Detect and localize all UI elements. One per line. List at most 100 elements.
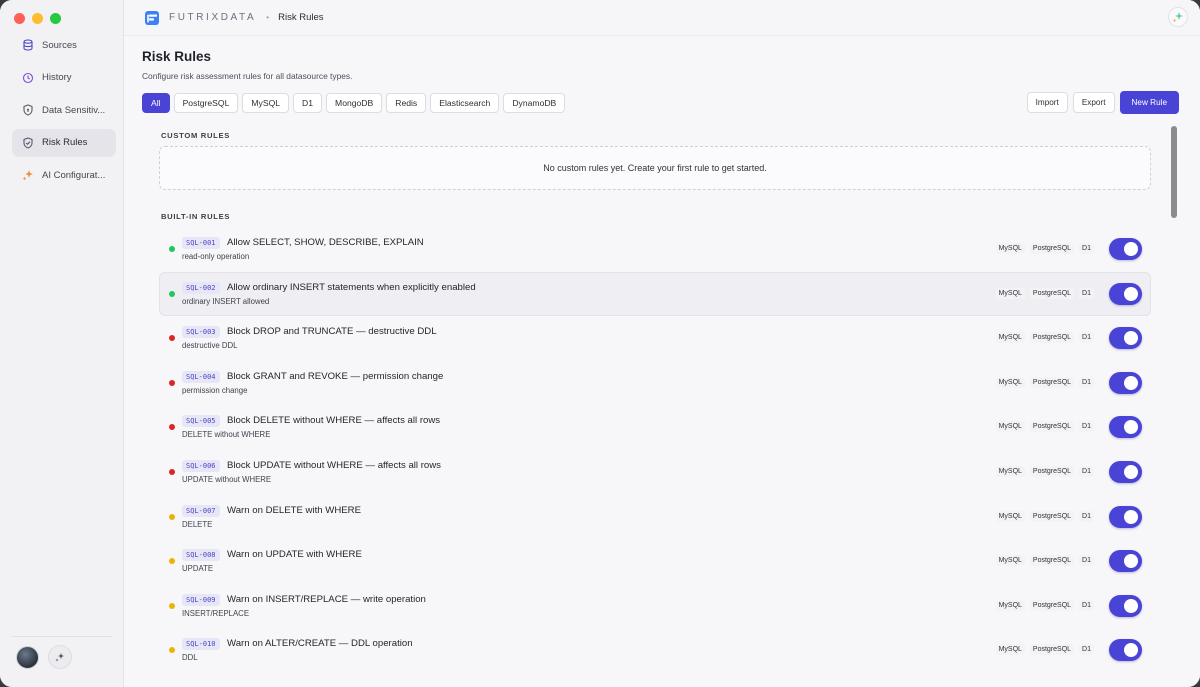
page-subtitle: Configure risk assessment rules for all … [142,71,353,81]
rule-id-badge: SQL-004 [182,370,220,383]
shield-lock-icon [22,104,34,116]
rule-enabled-toggle[interactable] [1109,460,1142,483]
shield-check-icon [22,137,34,149]
theme-toggle-button[interactable] [48,645,72,669]
rule-datasource-tags: MySQL PostgreSQL D1 [995,644,1094,656]
rule-row[interactable]: SQL-001 Allow SELECT, SHOW, DESCRIBE, EXP… [159,227,1151,272]
sparkle-small-icon [55,653,64,662]
filter-tab-all[interactable]: All [142,93,170,113]
rule-description: DDL [182,653,198,663]
sidebar-item-data-sensitiv[interactable]: Data Sensitiv... [12,96,116,124]
rule-datasource-tags: MySQL PostgreSQL D1 [995,555,1094,567]
sidebar-nav: Sources History Data Sensitiv... Risk Rules… [12,31,116,194]
rule-enabled-toggle[interactable] [1109,594,1142,617]
datasource-tag: MySQL [995,376,1025,388]
rule-row[interactable]: SQL-008 Warn on UPDATE with WHERE UPDATE My… [159,539,1151,584]
datasource-tag: D1 [1079,287,1094,299]
import-button[interactable]: Import [1026,92,1068,113]
maximize-window-button[interactable] [50,13,61,24]
datasource-tag: MySQL [995,243,1025,254]
top-bar: FUTRIXDATA • Risk Rules [124,0,1200,36]
datasource-tag: D1 [1079,376,1094,388]
app-window: Sources History Data Sensitiv... Risk Rules… [0,0,1200,687]
rule-enabled-toggle[interactable] [1109,238,1142,260]
rule-row[interactable]: SQL-003 Block DROP and TRUNCATE — destruc… [159,316,1151,361]
rule-enabled-toggle[interactable] [1109,505,1142,528]
rule-enabled-toggle[interactable] [1109,639,1142,662]
rule-description: ordinary INSERT allowed [182,296,270,306]
datasource-tag: PostgreSQL [1029,287,1075,299]
ai-assistant-button[interactable] [1168,7,1188,27]
sidebar-footer [16,645,72,669]
rule-id-badge: SQL-010 [182,638,220,651]
rule-row[interactable]: SQL-006 Block UPDATE without WHERE — affe… [159,450,1151,495]
rule-enabled-toggle[interactable] [1109,550,1142,573]
datasource-tag: D1 [1079,421,1094,433]
sidebar-item-history[interactable]: History [12,64,116,92]
rule-enabled-toggle[interactable] [1109,371,1142,394]
rule-row[interactable]: SQL-009 Warn on INSERT/REPLACE — write op… [159,584,1151,629]
brand-logo-icon [145,10,159,25]
new-rule-button[interactable]: New Rule [1119,91,1179,114]
sidebar-item-label: Data Sensitiv... [42,104,106,116]
rule-row[interactable]: SQL-002 Allow ordinary INSERT statements … [159,271,1151,317]
rule-row[interactable]: SQL-004 Block GRANT and REVOKE — permissi… [159,361,1151,406]
rule-title: Warn on INSERT/REPLACE — write operation [227,593,426,605]
avatar[interactable] [16,645,39,669]
rule-description: INSERT/REPLACE [182,608,250,618]
scrollbar[interactable] [1171,126,1177,218]
filter-tab-d1[interactable]: D1 [293,93,323,113]
risk-level-indicator [169,647,175,654]
datasource-tag: MySQL [995,599,1025,611]
datasource-tag: PostgreSQL [1029,510,1075,522]
rule-datasource-tags: MySQL PostgreSQL D1 [995,376,1094,388]
export-button[interactable]: Export [1072,92,1115,113]
rule-id-badge: SQL-006 [182,459,220,472]
sidebar-item-ai-configurat[interactable]: AI Configurat... [12,161,116,189]
rule-row[interactable]: SQL-007 Warn on DELETE with WHERE DELETE My… [159,495,1151,540]
rule-enabled-toggle[interactable] [1109,416,1142,439]
rule-description: read-only operation [182,252,250,261]
rule-row[interactable]: SQL-010 Warn on ALTER/CREATE — DDL operat… [159,628,1151,673]
filter-tab-dynamodb[interactable]: DynamoDB [503,93,566,113]
risk-level-indicator [169,513,175,520]
rule-actions: Import Export New Rule [1026,91,1179,114]
brand-name: FUTRIXDATA [169,12,257,23]
rule-datasource-tags: MySQL PostgreSQL D1 [995,510,1094,522]
rule-description: DELETE [182,519,213,529]
sidebar-item-label: AI Configurat... [42,169,106,181]
rule-title: Block DROP and TRUNCATE — destructive DD… [227,326,437,338]
rule-description: UPDATE [182,564,214,574]
filter-tab-elasticsearch[interactable]: Elasticsearch [430,93,500,113]
toggle-knob [1124,331,1138,346]
risk-level-indicator [169,602,175,609]
rule-datasource-tags: MySQL PostgreSQL D1 [995,599,1094,611]
sidebar-divider [12,636,112,637]
close-window-button[interactable] [14,13,25,24]
risk-level-indicator [169,335,175,342]
filter-tab-redis[interactable]: Redis [386,93,427,113]
sidebar-item-risk-rules[interactable]: Risk Rules [12,128,116,157]
rule-datasource-tags: MySQL PostgreSQL D1 [995,332,1094,344]
rule-row[interactable]: SQL-005 Block DELETE without WHERE — affe… [159,405,1151,450]
sidebar-item-sources[interactable]: Sources [12,31,116,59]
builtin-rules-heading: BUILT-IN RULES [161,212,231,221]
datasource-tag: D1 [1079,599,1094,611]
filter-tab-mongodb[interactable]: MongoDB [326,93,383,113]
rule-description: DELETE without WHERE [182,430,271,440]
rule-title: Warn on UPDATE with WHERE [227,549,362,561]
rule-datasource-tags: MySQL PostgreSQL D1 [995,243,1094,254]
rule-id-badge: SQL-002 [182,281,220,294]
risk-level-indicator [169,290,175,297]
rule-enabled-toggle[interactable] [1109,327,1142,350]
filter-tab-mysql[interactable]: MySQL [242,93,290,113]
datasource-tag: D1 [1079,644,1094,656]
rule-title: Warn on DELETE with WHERE [227,504,361,516]
datasource-tag: PostgreSQL [1029,599,1075,611]
datasource-tag: MySQL [995,465,1025,477]
rule-enabled-toggle[interactable] [1109,282,1142,305]
datasource-tag: MySQL [995,555,1025,567]
minimize-window-button[interactable] [32,13,43,24]
filter-tab-postgresql[interactable]: PostgreSQL [173,93,239,113]
history-icon [22,72,34,84]
